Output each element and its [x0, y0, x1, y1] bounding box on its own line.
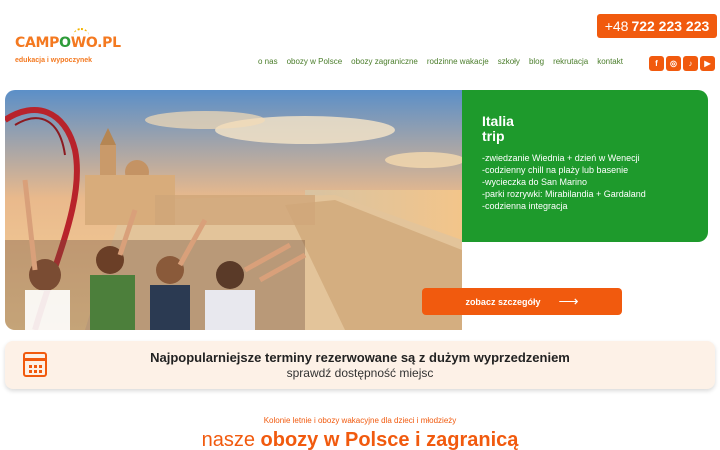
phone-prefix: +48	[604, 18, 629, 34]
trip-highlight: -codzienna integracja	[482, 201, 568, 211]
banner-subtitle[interactable]: sprawdź dostępność miejsc	[5, 366, 715, 380]
see-details-label: zobacz szczegóły	[465, 296, 541, 307]
logo-tagline: edukacja i wypoczynek	[15, 57, 93, 64]
logo[interactable]: CAMPOWO.PL edukacja i wypoczynek	[15, 28, 121, 64]
facebook-icon[interactable]: f	[649, 56, 664, 71]
trip-highlight: -codzienny chill na plaży lub basenie	[482, 165, 629, 175]
nav-item-rekrutacja[interactable]: rekrutacja	[553, 57, 588, 66]
trip-highlights: -zwiedzanie Wiednia + dzień w Wenecji -c…	[482, 152, 688, 212]
trip-title: Italia trip	[482, 113, 514, 144]
trip-highlight: -wycieczka do San Marino	[482, 177, 588, 187]
page: CAMPOWO.PL edukacja i wypoczynek +48 722…	[0, 0, 720, 450]
sun-icon	[73, 28, 89, 36]
logo-wordmark: CAMPOWO.PL	[15, 35, 121, 51]
nav-item-kontakt[interactable]: kontakt	[597, 57, 623, 66]
nav-item-blog[interactable]: blog	[529, 57, 544, 66]
phone-button[interactable]: +48 722 223 223	[597, 14, 717, 38]
youtube-icon[interactable]: ▶	[700, 56, 715, 71]
main-nav: o nas obozy w Polsce obozy zagraniczne r…	[258, 57, 623, 66]
nav-item-o-nas[interactable]: o nas	[258, 57, 278, 66]
social-links: f ◎ ♪ ▶	[649, 56, 715, 71]
hero-image	[5, 90, 462, 330]
phone-number: 722 223 223	[631, 18, 710, 34]
trip-highlight: -parki rozrywki: Mirabilandia + Gardalan…	[482, 189, 646, 199]
trip-info-card: Italia trip -zwiedzanie Wiednia + dzień …	[462, 90, 708, 242]
nav-item-obozy-zagraniczne[interactable]: obozy zagraniczne	[351, 57, 418, 66]
nav-item-obozy-w-polsce[interactable]: obozy w Polsce	[287, 57, 343, 66]
nav-item-rodzinne-wakacje[interactable]: rodzinne wakacje	[427, 57, 489, 66]
availability-banner[interactable]: Najpopularniejsze terminy rezerwowane są…	[5, 341, 715, 389]
banner-title: Najpopularniejsze terminy rezerwowane są…	[150, 350, 570, 365]
nav-item-szkoly[interactable]: szkoły	[498, 57, 520, 66]
tiktok-icon[interactable]: ♪	[683, 56, 698, 71]
section-subtitle: Kolonie letnie i obozy wakacyjne dla dzi…	[263, 416, 457, 425]
section-title: nasze obozy w Polsce i zagranicą	[201, 429, 519, 450]
trip-highlight: -zwiedzanie Wiednia + dzień w Wenecji	[482, 153, 640, 163]
instagram-icon[interactable]: ◎	[666, 56, 681, 71]
see-details-button[interactable]: zobacz szczegóły ⟶	[422, 288, 622, 315]
arrow-right-icon: ⟶	[558, 293, 579, 309]
